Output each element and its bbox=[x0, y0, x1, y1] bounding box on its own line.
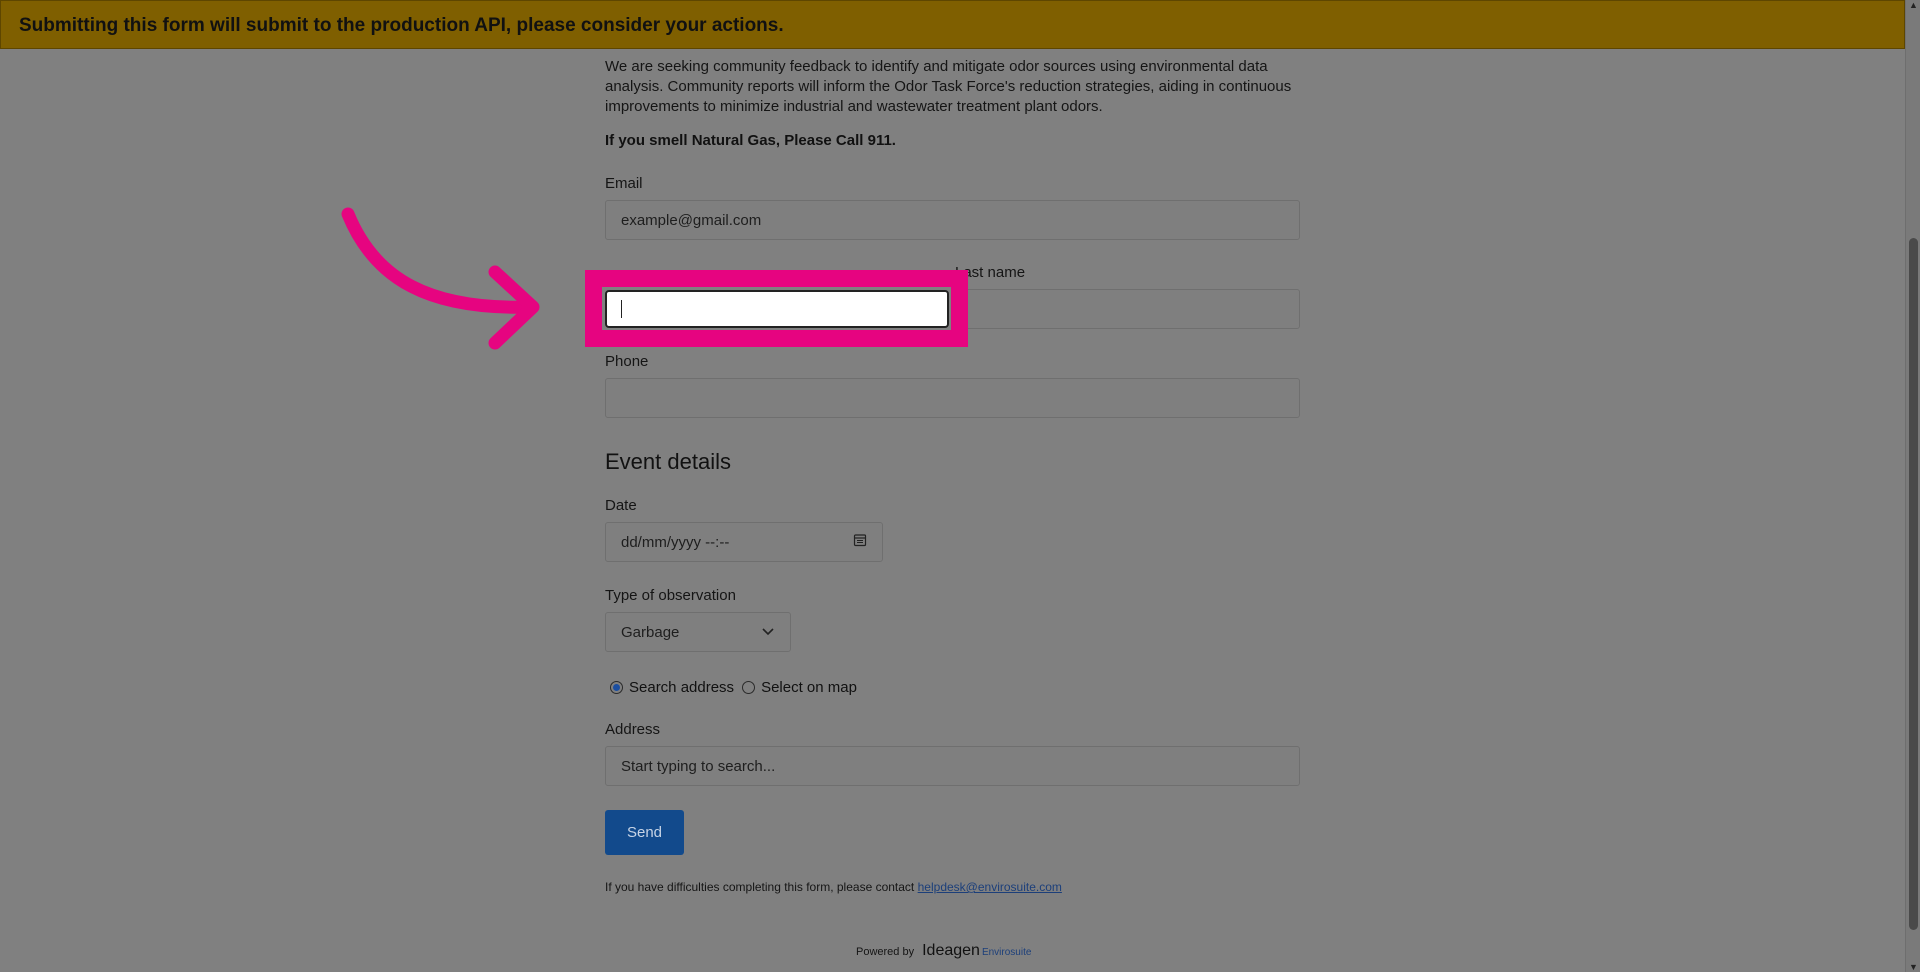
warning-banner: Submitting this form will submit to the … bbox=[0, 0, 1905, 49]
observation-label: Type of observation bbox=[605, 587, 736, 604]
scroll-down-icon[interactable]: ▼ bbox=[1909, 962, 1918, 972]
event-details-heading: Event details bbox=[605, 449, 731, 474]
help-text: If you have difficulties completing this… bbox=[605, 880, 915, 894]
observation-select[interactable]: Garbage bbox=[605, 612, 791, 652]
brand-logo: Ideagen bbox=[922, 942, 980, 959]
intro-paragraph: We are seeking community feedback to ide… bbox=[605, 58, 1292, 115]
last-name-field[interactable] bbox=[955, 289, 1300, 329]
select-on-map-label[interactable]: Select on map bbox=[761, 679, 857, 696]
date-label: Date bbox=[605, 497, 637, 514]
address-placeholder: Start typing to search... bbox=[621, 757, 776, 775]
form-container: We are seeking community feedback to ide… bbox=[605, 49, 1300, 149]
email-field[interactable]: example@gmail.com bbox=[605, 200, 1300, 240]
email-label: Email bbox=[605, 175, 643, 192]
powered-by: Powered by Ideagen Envirosuite bbox=[856, 942, 1031, 960]
gas-warning: If you smell Natural Gas, Please Call 91… bbox=[605, 132, 896, 149]
helpdesk-email-link[interactable]: helpdesk@envirosuite.com bbox=[918, 880, 1062, 894]
select-on-map-radio[interactable] bbox=[742, 681, 756, 694]
email-placeholder: example@gmail.com bbox=[621, 211, 762, 229]
date-placeholder: dd/mm/yyyy --:-- bbox=[621, 533, 730, 551]
chevron-down-icon bbox=[761, 624, 775, 641]
date-field[interactable]: dd/mm/yyyy --:-- bbox=[605, 522, 883, 562]
search-address-label[interactable]: Search address bbox=[629, 679, 734, 696]
scroll-up-icon[interactable]: ▲ bbox=[1909, 0, 1918, 10]
search-address-radio[interactable] bbox=[610, 681, 623, 694]
address-search-input[interactable]: Start typing to search... bbox=[605, 746, 1300, 786]
banner-text: Submitting this form will submit to the … bbox=[19, 15, 784, 36]
phone-field[interactable] bbox=[605, 378, 1300, 418]
scrollbar[interactable]: ▲ ▼ bbox=[1905, 0, 1920, 972]
address-label: Address bbox=[605, 721, 661, 738]
annotation-arrow-icon bbox=[341, 207, 540, 350]
text-caret bbox=[621, 300, 622, 318]
phone-label: Phone bbox=[605, 353, 649, 370]
brand-sub: Envirosuite bbox=[981, 947, 1032, 958]
first-name-field[interactable] bbox=[605, 290, 949, 328]
send-button[interactable]: Send bbox=[605, 810, 684, 855]
calendar-icon[interactable] bbox=[853, 533, 867, 551]
help-text-row: If you have difficulties completing this… bbox=[605, 880, 1062, 894]
scrollbar-thumb[interactable] bbox=[1909, 238, 1918, 930]
radio-group: Search address Select on map bbox=[610, 679, 857, 696]
powered-by-text: Powered by bbox=[856, 946, 915, 958]
observation-value: Garbage bbox=[621, 623, 680, 641]
